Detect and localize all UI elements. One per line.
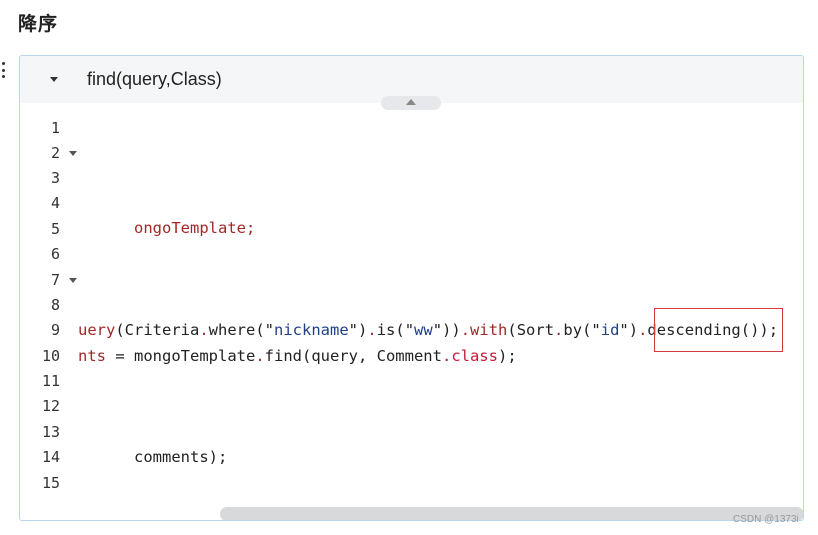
line-number: 9 <box>50 321 60 339</box>
code-token: id <box>600 321 620 339</box>
code-token: (Criteria <box>115 321 200 339</box>
line-number: 6 <box>50 245 60 263</box>
line-number: 1 <box>50 119 60 137</box>
code-token: where <box>208 321 256 339</box>
line-number: 3 <box>50 169 60 187</box>
code-token: comments); <box>134 448 228 466</box>
code-editor[interactable]: ongoTemplate; uery(Criteria.where("nickn… <box>78 116 803 506</box>
code-token: find <box>264 347 302 365</box>
line-number: 10 <box>41 347 60 365</box>
code-token: . <box>199 321 209 339</box>
code-line-10: nts = mongoTemplate.find(query, Comment.… <box>78 344 517 369</box>
code-token: (" <box>255 321 275 339</box>
fold-caret-icon[interactable] <box>69 278 77 283</box>
line-number: 5 <box>50 220 60 238</box>
code-token: is <box>376 321 396 339</box>
code-token: . <box>255 347 265 365</box>
code-token: ")) <box>432 321 461 339</box>
code-token: (" <box>582 321 601 339</box>
code-token: ") <box>619 321 639 339</box>
code-token: nickname <box>274 321 349 339</box>
code-block: find(query,Class) 1 2 3 4 5 6 7 8 9 10 1… <box>19 55 804 521</box>
caret-up-icon <box>406 99 416 105</box>
code-token: = mongoTemplate <box>106 347 256 365</box>
collapse-button[interactable] <box>381 96 441 110</box>
line-number: 2 <box>50 144 60 162</box>
fold-caret-icon[interactable] <box>69 151 77 156</box>
page-heading: 降序 <box>18 13 59 35</box>
code-line-4: ongoTemplate; <box>78 191 255 237</box>
line-number: 7 <box>50 271 60 289</box>
watermark: CSDN @1373i <box>733 514 799 525</box>
code-token: by <box>563 321 583 339</box>
code-block-title: find(query,Class) <box>87 69 222 89</box>
code-token: ") <box>348 321 368 339</box>
code-token: uery <box>78 321 116 339</box>
code-token: ); <box>497 347 517 365</box>
code-token: (" <box>395 321 415 339</box>
line-number: 15 <box>41 474 60 492</box>
horizontal-scrollbar[interactable] <box>220 507 803 520</box>
highlight-box <box>654 308 783 352</box>
line-number: 8 <box>50 296 60 314</box>
code-token: (query, Comment <box>301 347 442 365</box>
line-number: 14 <box>41 448 60 466</box>
more-vertical-icon[interactable] <box>0 62 6 78</box>
line-number: 12 <box>41 397 60 415</box>
line-number: 4 <box>50 194 60 212</box>
code-token: . <box>460 321 471 339</box>
code-token: ww <box>414 321 433 339</box>
code-token: (Sort <box>507 321 555 339</box>
code-line-13: comments); <box>78 420 227 466</box>
code-token: nts <box>78 347 106 365</box>
code-token: with <box>470 321 508 339</box>
line-number: 13 <box>41 423 60 441</box>
scrollbar-thumb[interactable] <box>220 507 803 520</box>
code-token: . <box>367 321 377 339</box>
code-token: . <box>554 321 564 339</box>
code-token: ongoTemplate; <box>134 219 256 237</box>
code-token: class <box>451 347 498 365</box>
line-number: 11 <box>41 372 60 390</box>
caret-down-icon[interactable] <box>50 77 58 82</box>
code-token: . <box>441 347 452 365</box>
